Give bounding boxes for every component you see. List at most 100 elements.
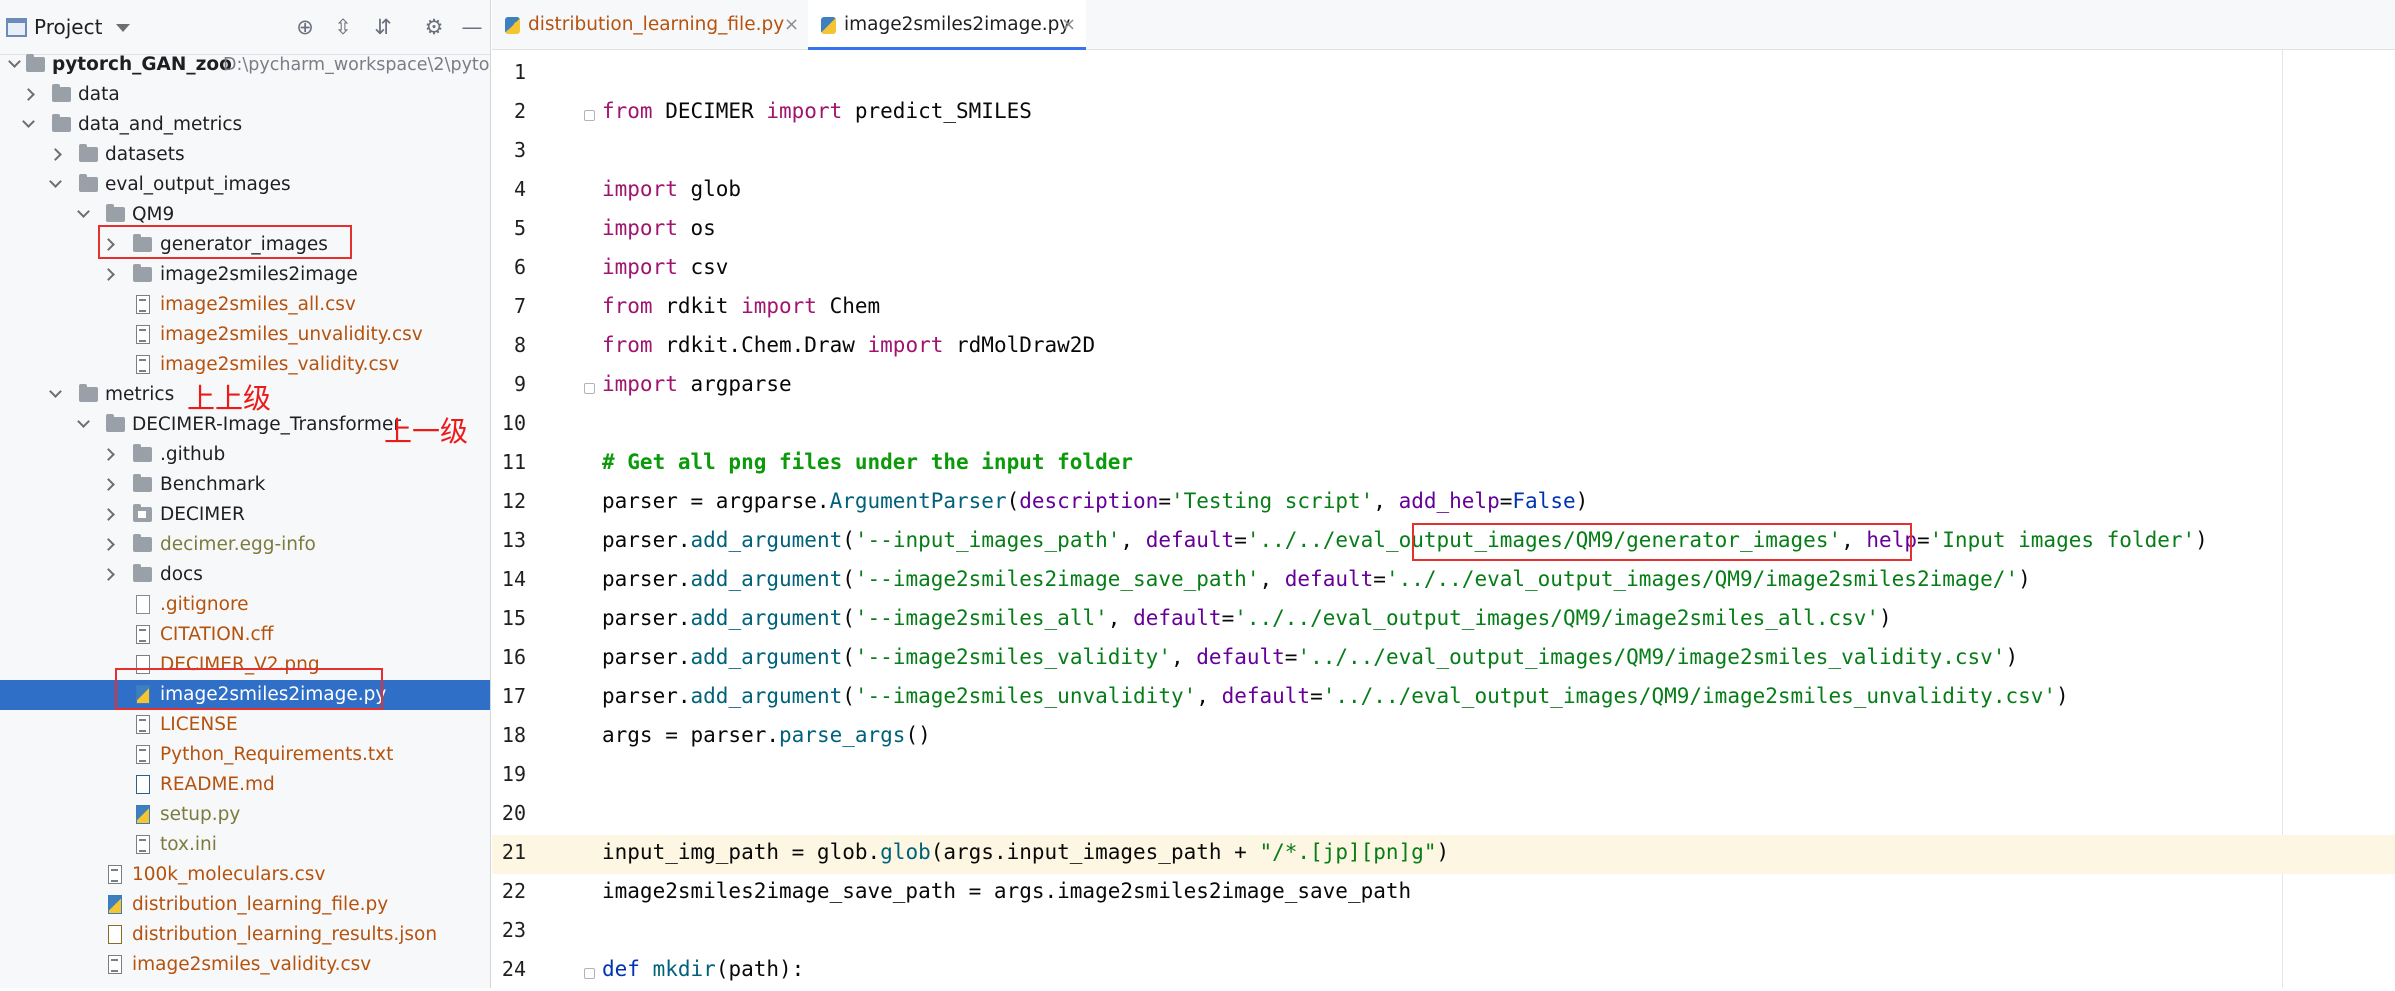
tree-item-label: README.md xyxy=(160,774,275,795)
close-icon[interactable]: × xyxy=(1061,0,1076,50)
tree-item-python-requirements[interactable]: Python_Requirements.txt xyxy=(0,740,490,770)
code-line[interactable]: 22 image2smiles2image_save_path = args.im… xyxy=(492,874,2395,913)
tree-item-decimer-egg-info[interactable]: decimer.egg-info xyxy=(0,530,490,560)
tree-item-datasets[interactable]: datasets xyxy=(0,140,490,170)
line-number: 8 xyxy=(513,333,526,357)
chevron-right-icon[interactable] xyxy=(49,148,62,161)
chevron-down-icon[interactable] xyxy=(116,24,130,32)
tree-item-label: decimer.egg-info xyxy=(160,534,316,555)
code-line[interactable]: 20 xyxy=(492,796,2395,835)
line-number: 4 xyxy=(513,177,526,201)
tree-item-100k-moleculars-csv[interactable]: 100k_moleculars.csv xyxy=(0,860,490,890)
close-icon[interactable]: × xyxy=(784,0,799,50)
tree-item-gitignore[interactable]: .gitignore xyxy=(0,590,490,620)
code-editor: distribution_learning_file.py × image2sm… xyxy=(492,0,2395,988)
code-line[interactable]: 16 parser.add_argument('--image2smiles_va… xyxy=(492,640,2395,679)
tree-item-setup-py[interactable]: setup.py xyxy=(0,800,490,830)
code-line[interactable]: 1 xyxy=(492,55,2395,94)
code-line[interactable]: 17 parser.add_argument('--image2smiles_un… xyxy=(492,679,2395,718)
tree-item-image2smiles-unvalidity-csv[interactable]: image2smiles_unvalidity.csv xyxy=(0,320,490,350)
python-file-icon xyxy=(821,17,836,34)
tree-item-image2smiles-validity-csv[interactable]: image2smiles_validity.csv xyxy=(0,350,490,380)
code-line[interactable]: 2 from DECIMER import predict_SMILES xyxy=(492,94,2395,133)
tree-item-data[interactable]: data xyxy=(0,80,490,110)
code-text: import glob xyxy=(602,177,742,201)
tree-item-decimer[interactable]: DECIMER xyxy=(0,500,490,530)
chevron-right-icon[interactable] xyxy=(22,88,35,101)
hide-icon[interactable]: — xyxy=(458,13,486,41)
code-line[interactable]: 21 input_img_path = glob.glob(args.input_… xyxy=(492,835,2395,874)
fold-icon[interactable] xyxy=(584,110,595,121)
code-line[interactable]: 10 xyxy=(492,406,2395,445)
code-line[interactable]: 4 import glob xyxy=(492,172,2395,211)
code-line[interactable]: 11 # Get all png files under the input fo… xyxy=(492,445,2395,484)
chevron-right-icon[interactable] xyxy=(102,508,115,521)
chevron-right-icon[interactable] xyxy=(102,538,115,551)
tree-item-distribution-learning-file-py[interactable]: distribution_learning_file.py xyxy=(0,890,490,920)
code-line[interactable]: 15 parser.add_argument('--image2smiles_al… xyxy=(492,601,2395,640)
chevron-right-icon[interactable] xyxy=(102,478,115,491)
fold-icon[interactable] xyxy=(584,383,595,394)
code-line[interactable]: 7 from rdkit import Chem xyxy=(492,289,2395,328)
code-line[interactable]: 18 args = parser.parse_args() xyxy=(492,718,2395,757)
code-line[interactable]: 9 import argparse xyxy=(492,367,2395,406)
code-text: parser.add_argument('--image2smiles_vali… xyxy=(602,645,2019,669)
chevron-down-icon[interactable] xyxy=(77,205,90,218)
tree-item-tox-ini[interactable]: tox.ini xyxy=(0,830,490,860)
project-panel-header: Project ⊕ ⇳ ⇵ ⚙ — xyxy=(0,0,490,55)
tree-item-license[interactable]: LICENSE xyxy=(0,710,490,740)
tree-item-readme[interactable]: README.md xyxy=(0,770,490,800)
chevron-down-icon[interactable] xyxy=(22,115,35,128)
annotation-upper-level: 上一级 xyxy=(384,415,469,448)
chevron-down-icon[interactable] xyxy=(8,55,21,68)
chevron-down-icon[interactable] xyxy=(49,385,62,398)
tree-item-label: metrics xyxy=(105,384,175,405)
tree-item-image2smiles-validity-csv-2[interactable]: image2smiles_validity.csv xyxy=(0,950,490,980)
expand-all-icon[interactable]: ⇳ xyxy=(329,13,357,41)
code-line[interactable]: 3 xyxy=(492,133,2395,172)
tab-image2smiles2image[interactable]: image2smiles2image.py × xyxy=(808,0,1086,50)
code-line[interactable]: 12 parser = argparse.ArgumentParser(descr… xyxy=(492,484,2395,523)
annotation-box-image2smiles2image-py xyxy=(115,668,383,710)
line-number: 9 xyxy=(513,372,526,396)
fold-icon[interactable] xyxy=(584,968,595,979)
code-line[interactable]: 19 xyxy=(492,757,2395,796)
code-line[interactable]: 24 def mkdir(path): xyxy=(492,952,2395,991)
tree-item-label: datasets xyxy=(105,144,185,165)
code-line[interactable]: 5 import os xyxy=(492,211,2395,250)
chevron-right-icon[interactable] xyxy=(102,568,115,581)
chevron-right-icon[interactable] xyxy=(102,448,115,461)
line-number: 11 xyxy=(501,450,526,474)
gear-icon[interactable]: ⚙ xyxy=(420,13,448,41)
tree-item-eval-output-images[interactable]: eval_output_images xyxy=(0,170,490,200)
folder-icon xyxy=(79,384,98,402)
code-text: import csv xyxy=(602,255,729,279)
locate-icon[interactable]: ⊕ xyxy=(291,13,319,41)
tree-item-label: .gitignore xyxy=(160,594,249,615)
tree-item-distribution-learning-results-json[interactable]: distribution_learning_results.json xyxy=(0,920,490,950)
project-panel-title[interactable]: Project xyxy=(34,15,102,39)
code-line[interactable]: 14 parser.add_argument('--image2smiles2im… xyxy=(492,562,2395,601)
tree-root[interactable]: pytorch_GAN_zoo D:\pycharm_workspace\2\p… xyxy=(0,50,490,80)
tree-item-benchmark[interactable]: Benchmark xyxy=(0,470,490,500)
tree-item-image2smiles-all-csv[interactable]: image2smiles_all.csv xyxy=(0,290,490,320)
chevron-down-icon[interactable] xyxy=(49,175,62,188)
python-file-icon xyxy=(505,17,520,34)
code-line[interactable]: 8 from rdkit.Chem.Draw import rdMolDraw2D xyxy=(492,328,2395,367)
text-file-icon xyxy=(136,745,150,764)
code-line[interactable]: 6 import csv xyxy=(492,250,2395,289)
tree-item-data-and-metrics[interactable]: data_and_metrics xyxy=(0,110,490,140)
folder-icon xyxy=(106,204,125,222)
chevron-down-icon[interactable] xyxy=(77,415,90,428)
folder-icon xyxy=(133,534,152,552)
tree-item-docs[interactable]: docs xyxy=(0,560,490,590)
code-text: def mkdir(path): xyxy=(602,957,805,981)
tab-distribution-learning-file[interactable]: distribution_learning_file.py × xyxy=(492,0,807,50)
code-line[interactable]: 23 xyxy=(492,913,2395,952)
chevron-right-icon[interactable] xyxy=(102,268,115,281)
tree-item-citation-cff[interactable]: CITATION.cff xyxy=(0,620,490,650)
tree-item-image2smiles2image-folder[interactable]: image2smiles2image xyxy=(0,260,490,290)
folder-icon xyxy=(133,474,152,492)
tree-item-label: LICENSE xyxy=(160,714,238,735)
collapse-all-icon[interactable]: ⇵ xyxy=(369,13,397,41)
